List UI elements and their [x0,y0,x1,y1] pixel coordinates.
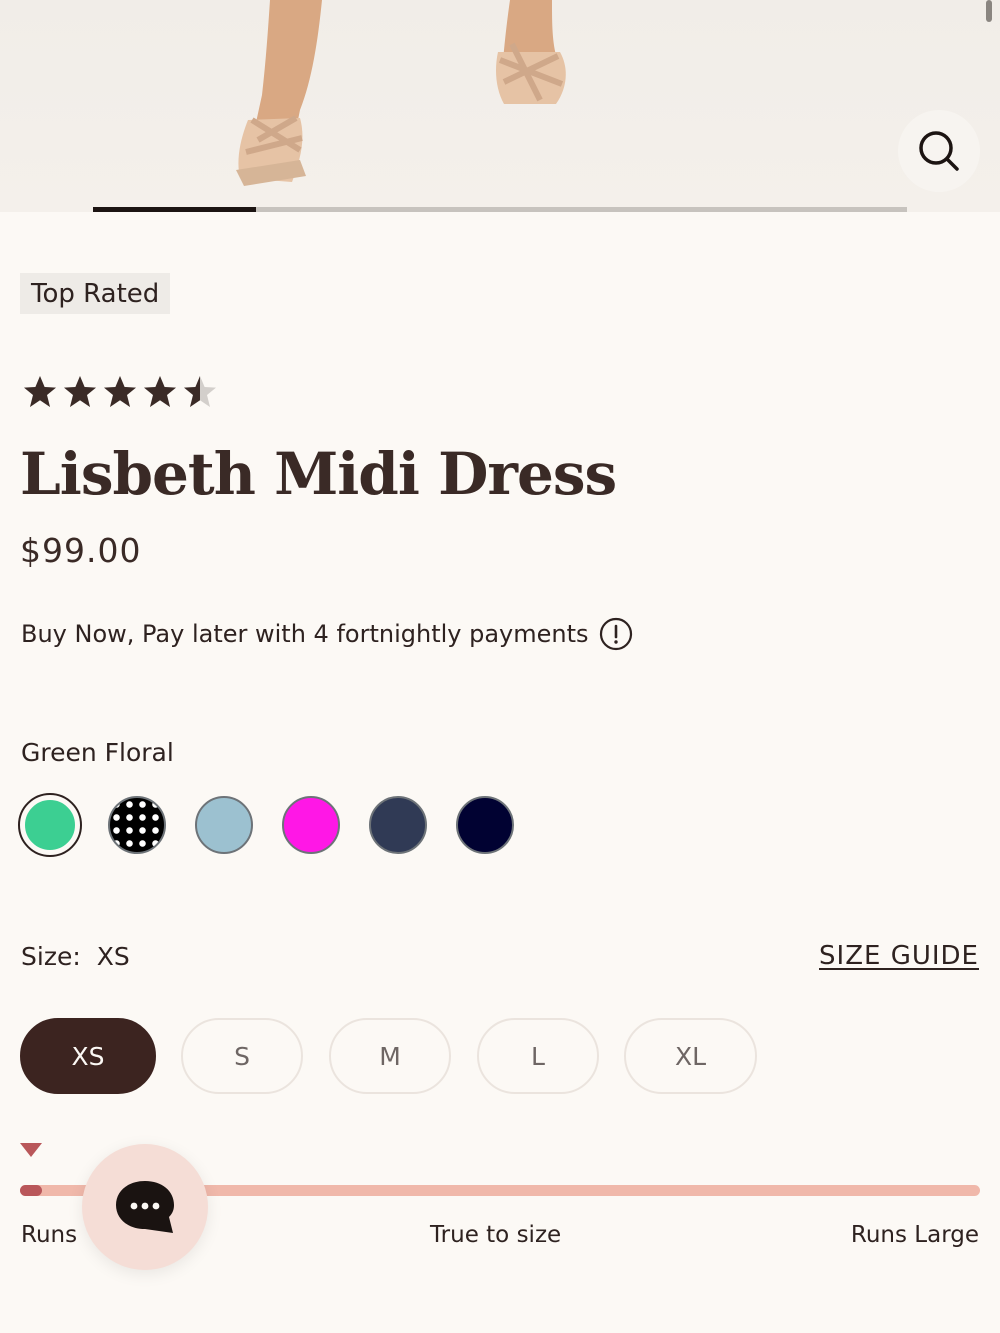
star-icon [24,376,56,407]
top-rated-badge: Top Rated [20,273,171,314]
color-swatch[interactable] [105,793,169,857]
star-icon [64,376,96,407]
product-photo [236,0,566,186]
zoom-button[interactable] [898,110,980,192]
size-label-text: Size: [21,942,81,971]
fit-label-runs-small: Runs [21,1222,78,1248]
bnpl-text: Buy Now, Pay later with 4 fortnightly pa… [21,620,589,648]
size-option-xl[interactable]: XL [624,1018,757,1094]
size-option-m[interactable]: M [329,1018,451,1094]
selected-color-name: Green Floral [21,738,174,767]
color-swatch[interactable] [366,793,430,857]
info-icon[interactable] [599,617,633,651]
product-price: $99.00 [20,531,142,570]
color-swatch-fill [23,798,77,852]
rating-stars[interactable] [22,374,218,410]
color-swatch-fill [369,796,427,854]
fit-label-runs-large: Runs Large [850,1222,979,1248]
magnifier-icon [919,131,959,171]
color-swatch[interactable] [18,793,82,857]
selected-size: XS [96,942,130,971]
star-icon [144,376,176,407]
color-swatch-fill [456,796,514,854]
fit-indicator-marker [20,1143,42,1157]
color-swatch[interactable] [279,793,343,857]
bnpl-message: Buy Now, Pay later with 4 fortnightly pa… [21,617,633,651]
color-swatch[interactable] [453,793,517,857]
chat-bubble-icon [116,1181,174,1233]
carousel-progress-track [93,207,907,212]
fit-label-true-to-size: True to size [430,1222,562,1248]
color-swatch-fill [108,796,166,854]
star-icon [184,376,216,407]
size-option-l[interactable]: L [477,1018,599,1094]
color-swatch-fill [195,796,253,854]
size-option-xs[interactable]: XS [20,1018,156,1094]
scroll-indicator [986,0,992,22]
color-swatch[interactable] [192,793,256,857]
size-option-s[interactable]: S [181,1018,303,1094]
product-image-carousel[interactable] [0,0,1000,212]
carousel-progress-fill [93,207,256,212]
star-icon [104,376,136,407]
size-guide-link[interactable]: SIZE GUIDE [819,941,979,971]
size-label: Size: XS [21,942,130,971]
chat-button[interactable] [82,1144,208,1270]
color-swatch-fill [282,796,340,854]
fit-scale-knob [20,1185,42,1196]
product-title: Lisbeth Midi Dress [20,440,617,508]
